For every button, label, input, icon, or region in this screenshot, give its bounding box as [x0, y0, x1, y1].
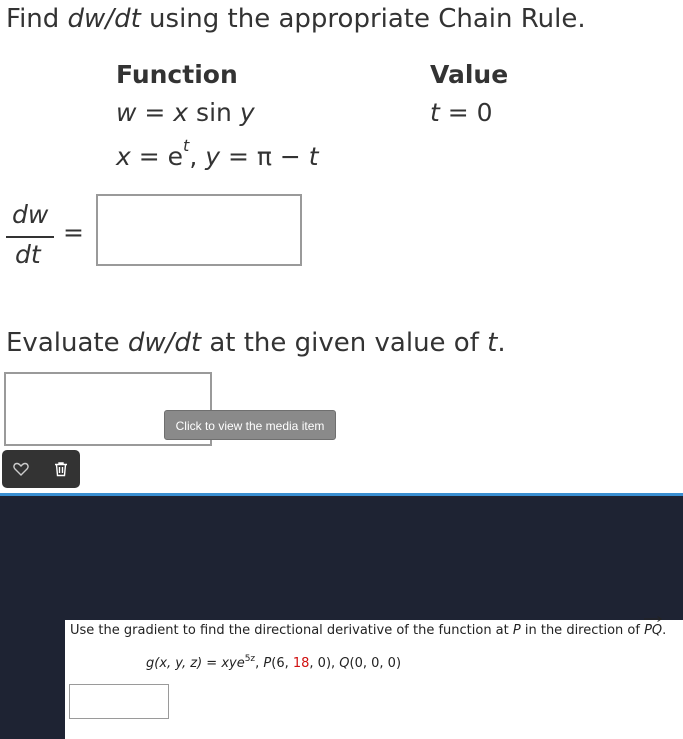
prompt-end: .: [662, 623, 667, 638]
x-expr: = e: [130, 142, 184, 171]
function-xy: x = et, y = π − t: [116, 138, 319, 172]
vector-arrow-icon: [644, 616, 663, 622]
view-media-button[interactable]: Click to view the media item: [164, 410, 336, 440]
eval-mid: at the given value of: [209, 328, 479, 358]
fn-eq: =: [202, 656, 222, 671]
point-p: P: [512, 623, 521, 638]
prompt-prefix: Find: [6, 4, 60, 34]
var-x: x: [173, 98, 189, 127]
directional-derivative-prompt: Use the gradient to find the directional…: [70, 616, 667, 638]
prompt-variable: dw/dt: [67, 4, 141, 34]
point-p-highlight: 18: [292, 656, 310, 671]
eval-variable: dw/dt: [127, 328, 202, 358]
var-w: w: [116, 98, 137, 127]
point-p-open: (6,: [271, 656, 293, 671]
eq-sign: =: [136, 98, 174, 127]
value-header: Value: [430, 60, 509, 89]
prompt-part-b: in the direction of: [520, 623, 645, 638]
eval-end: .: [497, 328, 506, 358]
gradient-function: g(x, y, z) = xye5z, P(6, 18, 0), Q(0, 0,…: [146, 654, 402, 672]
delete-button[interactable]: [42, 450, 80, 488]
vector-pq: PQ: [644, 616, 663, 638]
dw-dt-answer-input[interactable]: [96, 194, 302, 266]
derivative-denominator: dt: [15, 240, 41, 269]
sin-op: sin: [188, 98, 240, 127]
fn-args: (x, y, z): [154, 656, 203, 671]
derivative-numerator: dw: [12, 200, 49, 229]
directional-derivative-input[interactable]: [69, 684, 169, 719]
var-y: y: [239, 98, 255, 127]
point-q-coords: (0, 0, 0): [349, 656, 402, 671]
evaluate-prompt: Evaluate dw/dt at the given value of t.: [6, 328, 506, 358]
question-toolbar: [2, 450, 80, 488]
fraction-bar: [6, 236, 54, 238]
point-p-close: , 0),: [309, 656, 340, 671]
equals-sign: =: [63, 218, 84, 247]
fn-exponent: 5z: [244, 654, 256, 664]
value-t: t = 0: [430, 98, 493, 127]
vector-pq-label: PQ: [644, 623, 663, 638]
eval-prefix: Evaluate: [6, 328, 120, 358]
function-header: Function: [116, 60, 238, 89]
separator: ,: [189, 142, 206, 171]
prompt-suffix: using the appropriate Chain Rule.: [149, 4, 586, 34]
fn-body: xye: [221, 656, 245, 671]
favorite-button[interactable]: [2, 450, 42, 488]
var-t: t: [308, 142, 319, 171]
var-x: x: [116, 142, 131, 171]
eval-t: t: [487, 328, 498, 358]
t-value: = 0: [439, 98, 493, 127]
trash-icon: [55, 462, 67, 477]
question-prompt: Find dw/dt using the appropriate Chain R…: [6, 4, 586, 34]
prompt-part-a: Use the gradient to find the directional…: [70, 623, 513, 638]
function-w: w = x sin y: [116, 98, 255, 127]
y-expr: = π −: [220, 142, 309, 171]
var-t: t: [430, 98, 440, 127]
point-q-label: Q: [339, 656, 350, 671]
var-y: y: [205, 142, 221, 171]
heart-icon: [13, 462, 29, 476]
